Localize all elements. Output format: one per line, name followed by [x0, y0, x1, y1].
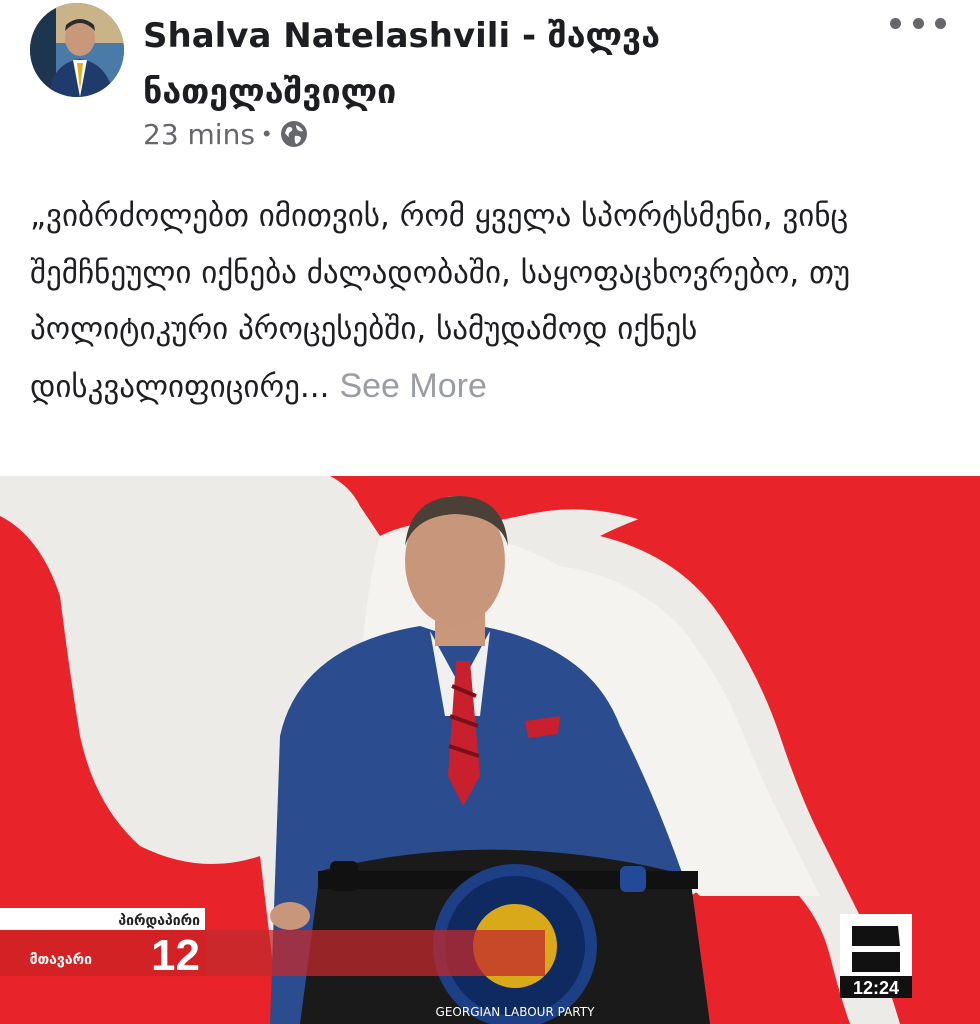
more-dot [935, 17, 946, 29]
channel-time: 12:24 [853, 978, 899, 998]
author-name[interactable]: Shalva Natelashvili - შალვა ნათელაშვილი [143, 8, 863, 120]
post-text: „ვიბრძოლებთ იმითვის, რომ ყველა სპორტსმენ… [30, 188, 960, 415]
globe-icon[interactable] [279, 119, 309, 149]
speech-video-still: GEORGIAN LABOUR PARTY პირდაპირი მთავარი … [0, 476, 980, 1024]
ticker-top-label: პირდაპირი [118, 913, 200, 929]
podium-text: GEORGIAN LABOUR PARTY [436, 1005, 596, 1019]
post-photo[interactable]: GEORGIAN LABOUR PARTY პირდაპირი მთავარი … [0, 476, 980, 1024]
post-timestamp[interactable]: 23 mins [143, 118, 255, 151]
ticker-number: 12 [151, 931, 200, 980]
see-more-link[interactable]: See More [339, 367, 486, 405]
author-avatar[interactable] [30, 3, 124, 97]
avatar-image [30, 3, 124, 97]
more-options-button[interactable] [890, 8, 946, 38]
post-meta: 23 mins • [143, 114, 309, 154]
more-dot [912, 17, 924, 29]
more-dot [890, 17, 901, 29]
ticker-bottom-label: მთავარი [30, 952, 92, 968]
meta-separator: • [262, 121, 271, 146]
post-header: Shalva Natelashvili - შალვა ნათელაშვილი … [0, 0, 980, 170]
